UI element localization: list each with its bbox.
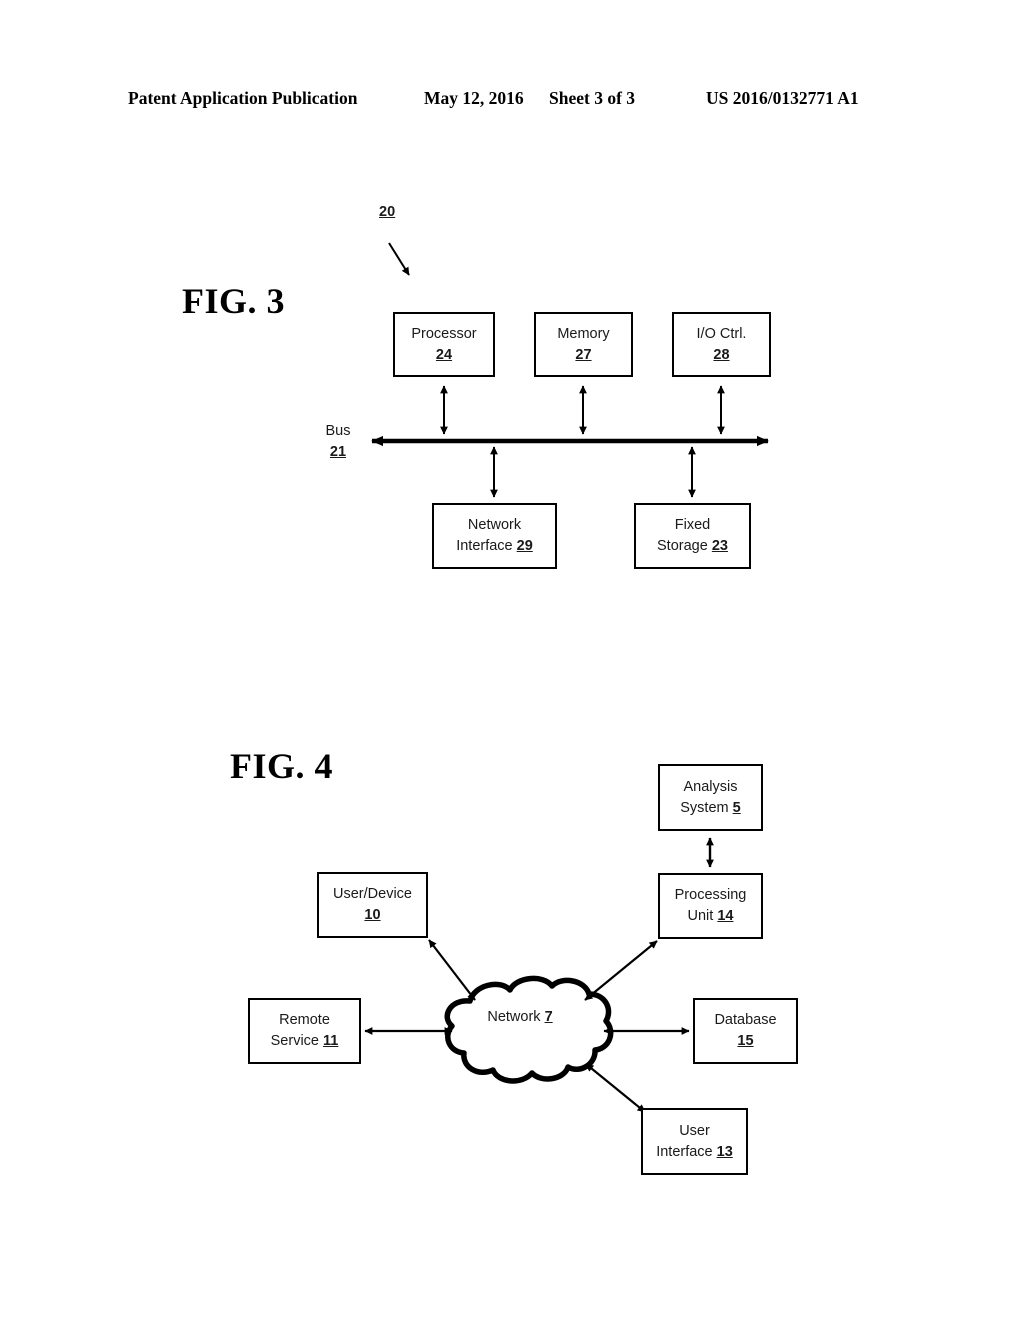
node-fixed-storage-label-line1: Fixed bbox=[674, 517, 711, 534]
node-database-label: Database bbox=[714, 1012, 777, 1029]
node-io-controller-refnum: 28 bbox=[713, 346, 730, 363]
link-network-user-device bbox=[428, 939, 476, 1001]
node-analysis-system: Analysis System 5 bbox=[658, 764, 763, 831]
node-user-interface-label-line1: User bbox=[679, 1122, 710, 1139]
node-user-device-refnum: 10 bbox=[364, 907, 381, 923]
node-remote-service: Remote Service 11 bbox=[248, 998, 361, 1064]
node-memory-refnum: 27 bbox=[575, 346, 592, 363]
bus-label: Bus bbox=[325, 423, 351, 439]
header-patent-number: US 2016/0132771 A1 bbox=[706, 88, 859, 108]
figure-4-title: FIG. 4 bbox=[230, 746, 334, 786]
header-date-label: May 12, 2016 bbox=[424, 88, 524, 108]
node-memory-label: Memory bbox=[557, 325, 610, 342]
figure-3-system-reference: 20 bbox=[379, 204, 396, 220]
link-network-user-interface bbox=[585, 1063, 646, 1113]
node-network-interface-label-line2-text: Interface bbox=[456, 538, 513, 554]
network-cloud-label: Network bbox=[487, 1009, 541, 1025]
node-user-device-label: User/Device bbox=[333, 886, 412, 903]
node-processing-unit-label-line2-text: Unit bbox=[687, 908, 714, 924]
node-network-interface: Network Interface 29 bbox=[432, 503, 557, 569]
bus-refnum: 21 bbox=[329, 444, 347, 461]
figure-3-title: FIG. 3 bbox=[182, 281, 286, 321]
node-fixed-storage-label-line2: Storage 23 bbox=[657, 536, 728, 557]
node-database: Database 15 bbox=[693, 998, 798, 1064]
node-network-interface-label-line1: Network bbox=[467, 517, 522, 534]
network-cloud-label-group: Network 7 bbox=[455, 1007, 585, 1029]
node-processor-label: Processor bbox=[411, 325, 477, 342]
node-remote-service-label-line2-text: Service bbox=[270, 1033, 319, 1049]
node-analysis-system-label-line2: System 5 bbox=[680, 798, 740, 819]
node-user-interface-label-line2: Interface 13 bbox=[656, 1142, 733, 1163]
node-remote-service-label-line2: Service 11 bbox=[271, 1031, 339, 1052]
node-processing-unit-label-line2: Unit 14 bbox=[688, 906, 734, 927]
node-processing-unit-label-line1: Processing bbox=[674, 887, 747, 904]
node-user-device: User/Device 10 bbox=[317, 872, 428, 938]
node-remote-service-refnum: 11 bbox=[323, 1033, 339, 1049]
node-processor: Processor 24 bbox=[393, 312, 495, 377]
network-cloud-refnum: 7 bbox=[544, 1009, 553, 1025]
network-cloud-icon bbox=[444, 975, 614, 1084]
diagram-connectors bbox=[364, 242, 769, 1113]
node-processing-unit-refnum: 14 bbox=[717, 908, 734, 924]
node-user-interface-refnum: 13 bbox=[716, 1143, 733, 1160]
node-remote-service-label-line1: Remote bbox=[279, 1012, 330, 1029]
node-processor-refnum: 24 bbox=[435, 346, 453, 363]
node-fixed-storage: Fixed Storage 23 bbox=[634, 503, 751, 569]
node-database-refnum: 15 bbox=[737, 1033, 754, 1049]
node-analysis-system-label-line1: Analysis bbox=[683, 778, 738, 795]
node-fixed-storage-refnum: 23 bbox=[711, 538, 728, 554]
ref-20-callout-arrow bbox=[388, 242, 410, 276]
node-io-controller: I/O Ctrl. 28 bbox=[672, 312, 771, 377]
header-sheet-label: Sheet 3 of 3 bbox=[549, 88, 636, 108]
node-analysis-system-refnum: 5 bbox=[732, 799, 741, 816]
node-user-interface: User Interface 13 bbox=[641, 1108, 748, 1175]
node-user-interface-label-line2-text: Interface bbox=[656, 1143, 713, 1160]
node-network-interface-label-line2: Interface 29 bbox=[456, 536, 533, 557]
node-fixed-storage-label-line2-text: Storage bbox=[657, 538, 708, 554]
link-network-processing-unit bbox=[584, 940, 658, 1001]
node-analysis-system-label-line2-text: System bbox=[680, 799, 729, 816]
node-network-interface-refnum: 29 bbox=[516, 538, 533, 554]
node-processing-unit: Processing Unit 14 bbox=[658, 873, 763, 939]
page-header: Patent Application Publication May 12, 2… bbox=[0, 88, 1024, 114]
bus-label-group: Bus 21 bbox=[316, 421, 360, 463]
node-io-controller-label: I/O Ctrl. bbox=[696, 325, 747, 342]
node-memory: Memory 27 bbox=[534, 312, 633, 377]
header-publication-label: Patent Application Publication bbox=[128, 88, 358, 108]
